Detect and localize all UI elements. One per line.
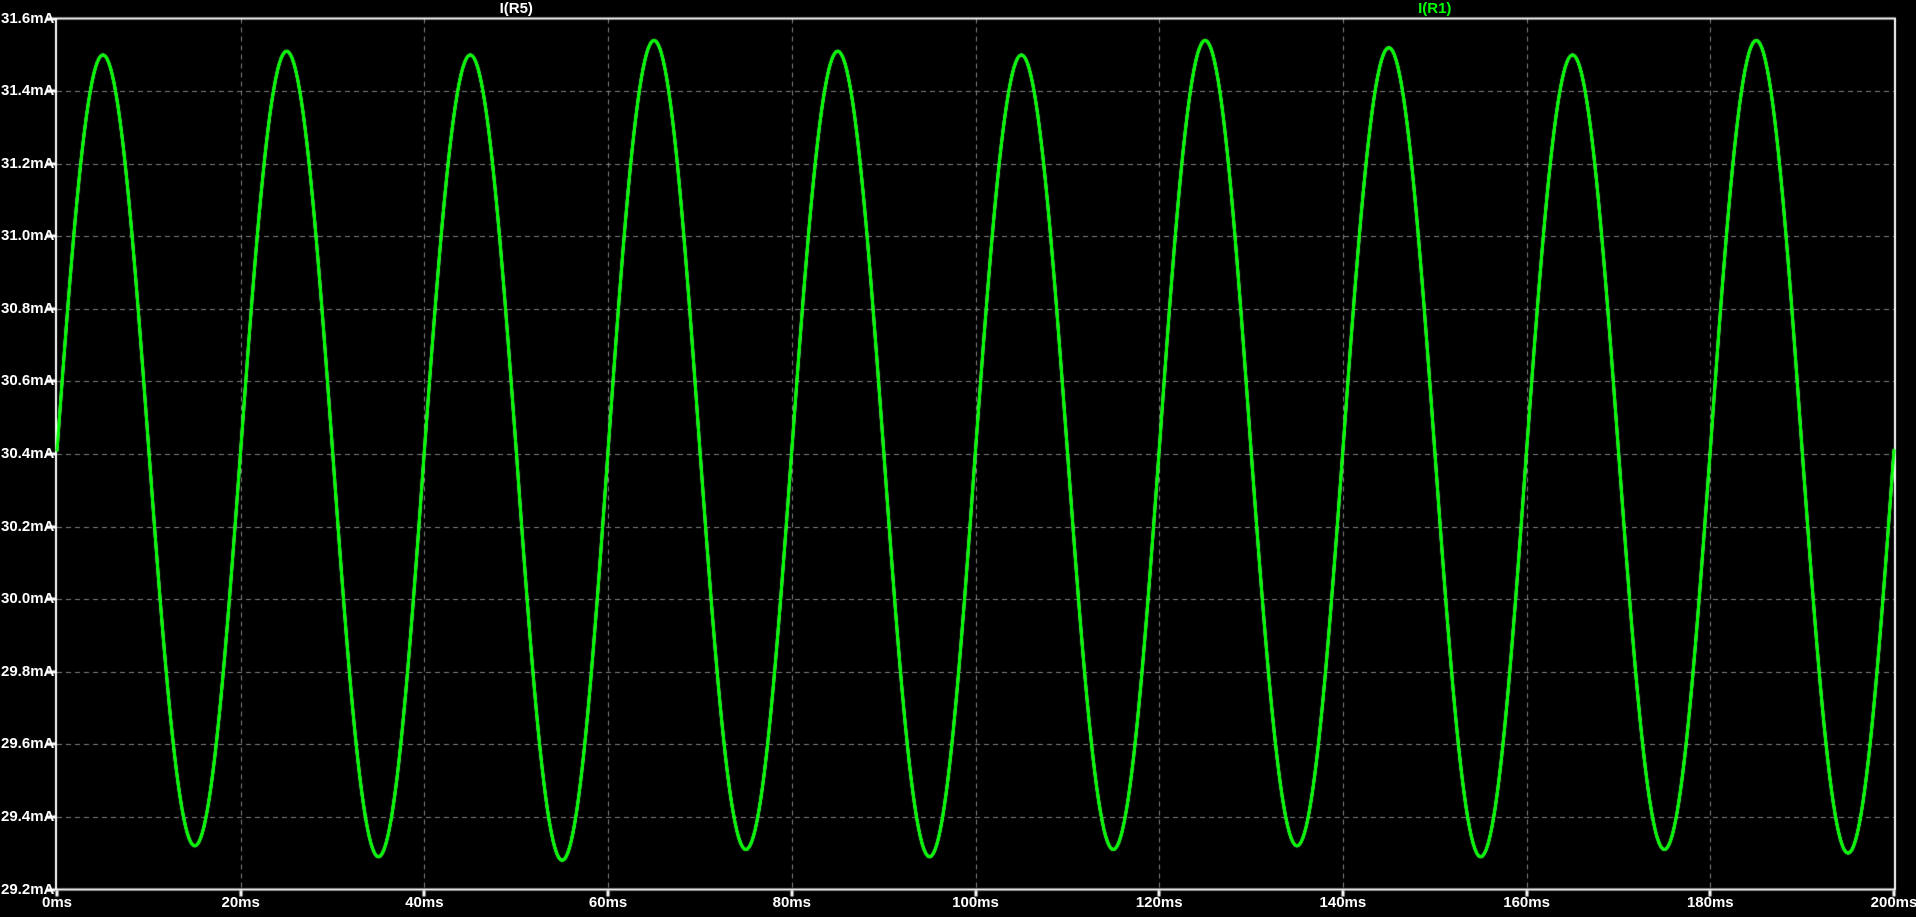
x-tick-label: 120ms	[1135, 894, 1183, 911]
trace-label-ir1[interactable]: I(R1)	[1418, 0, 1451, 17]
x-tick-label: 100ms	[952, 894, 999, 911]
y-tick-label: 31.2mA	[1, 154, 55, 172]
x-tick-label: 60ms	[588, 894, 628, 911]
x-tick-label: 80ms	[772, 894, 811, 911]
x-tick-label: 20ms	[221, 894, 260, 911]
plot-area[interactable]	[0, 0, 1916, 917]
x-tick-label: 180ms	[1686, 894, 1734, 911]
y-tick-label: 31.6mA	[1, 9, 55, 27]
y-tick-label: 30.4mA	[1, 445, 55, 462]
y-tick-label: 31.0mA	[1, 227, 55, 245]
y-tick-label: 30.0mA	[1, 590, 55, 608]
y-tick-label: 29.8mA	[1, 662, 55, 680]
x-tick-label: 160ms	[1503, 894, 1550, 911]
trace-label-ir5[interactable]: I(R5)	[500, 0, 533, 17]
x-tick-label: 140ms	[1319, 894, 1367, 911]
waveform-plot-pane: I(R5) I(R1) 31.6mA 31.4mA 31.2mA 31.0mA 30.8…	[0, 0, 1916, 917]
y-tick-label: 29.4mA	[1, 807, 55, 825]
x-tick-label: 200ms	[1870, 894, 1916, 911]
y-tick-label: 30.2mA	[1, 517, 55, 535]
y-tick-label: 29.6mA	[1, 735, 55, 753]
y-tick-label: 30.8mA	[1, 299, 55, 317]
y-tick-label: 30.6mA	[1, 372, 55, 390]
y-tick-label: 31.4mA	[1, 82, 55, 100]
x-tick-label: 40ms	[405, 894, 444, 911]
x-tick-label: 0ms	[41, 894, 73, 911]
